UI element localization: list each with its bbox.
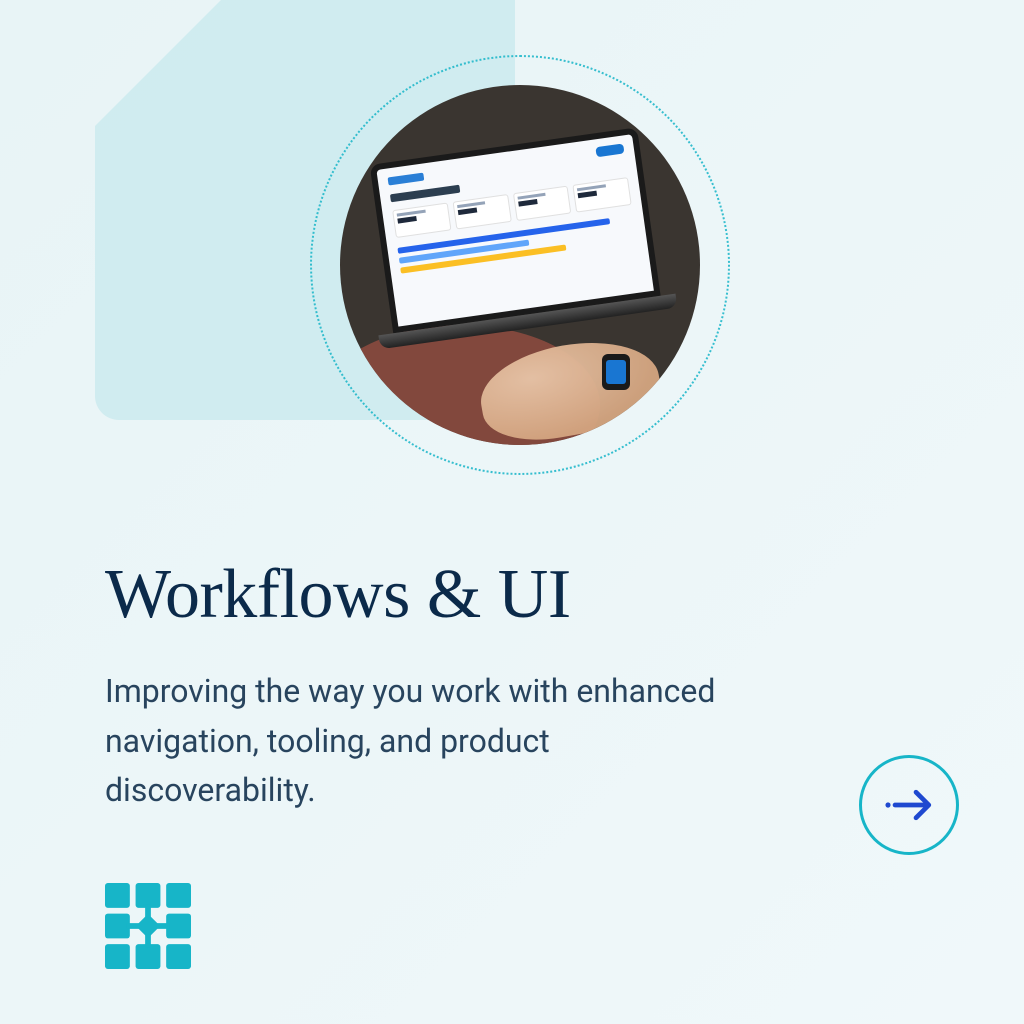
page-description: Improving the way you work with enhanced… [105, 667, 745, 816]
hero-image-circle [340, 85, 700, 445]
text-content: Workflows & UI Improving the way you wor… [105, 555, 825, 816]
smartwatch-shape [602, 354, 630, 390]
arrow-right-icon [881, 777, 937, 833]
next-button[interactable] [859, 755, 959, 855]
hero-image-container [310, 55, 730, 475]
page-title: Workflows & UI [105, 555, 825, 635]
laptop-illustration [355, 125, 681, 375]
brand-logo [105, 883, 191, 969]
grid-logo-icon [105, 883, 191, 969]
